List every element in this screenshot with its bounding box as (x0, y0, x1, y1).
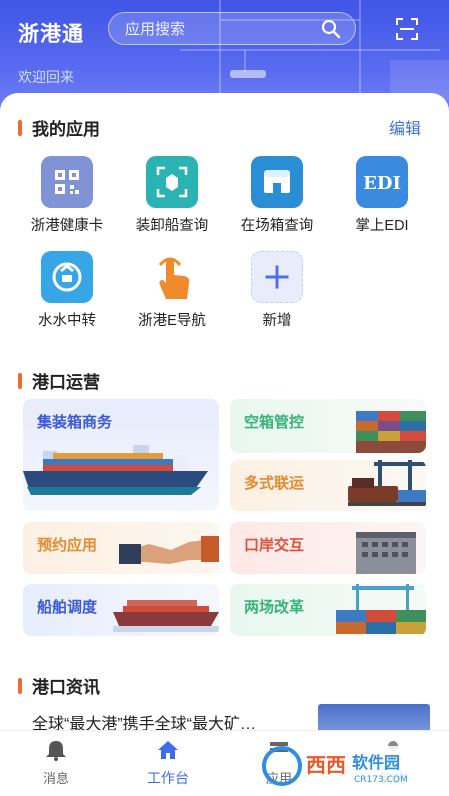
tile-label: 空箱管控 (244, 414, 305, 431)
app-edi[interactable]: EDI 掌上EDI (332, 156, 432, 235)
news-title: 港口资讯 (32, 678, 100, 697)
tile-label: 预约应用 (37, 537, 98, 554)
shop-icon (251, 156, 303, 208)
welcome-text: 欢迎回来 (18, 69, 74, 85)
app-label: 浙港E导航 (138, 313, 206, 329)
tile-container-business[interactable]: 集装箱商务 (23, 399, 219, 511)
tile-appointment[interactable]: 预约应用 (23, 522, 219, 574)
app-water-transfer[interactable]: 水水中转 (17, 251, 117, 330)
app-label: 浙港健康卡 (30, 218, 104, 234)
container-stack-icon (356, 411, 426, 453)
tab-label: 消息 (42, 771, 69, 786)
section-accent-bar (18, 119, 22, 136)
transfer-icon (41, 251, 93, 303)
tile-empty-box-control[interactable]: 空箱管控 (230, 399, 426, 453)
app-label: 装卸船查询 (135, 218, 209, 234)
cargo-ship-icon (23, 445, 208, 495)
edit-button[interactable]: 编辑 (389, 115, 421, 139)
tab-workbench[interactable]: 工作台 (133, 739, 203, 788)
app-health-card[interactable]: 浙港健康卡 (17, 156, 117, 235)
port-ops-header: 港口运营 (18, 368, 100, 393)
news-header: 港口资讯 (18, 673, 100, 698)
tab-label: 工作台 (147, 770, 189, 786)
my-apps-title: 我的应用 (32, 120, 100, 139)
svg-text:CR173.COM: CR173.COM (354, 775, 408, 785)
my-apps-header: 我的应用 (18, 115, 100, 140)
tile-label: 船舶调度 (37, 599, 98, 616)
tile-label: 口岸交互 (244, 537, 305, 554)
search-bar[interactable] (108, 12, 356, 45)
container-yard-icon (336, 584, 426, 634)
bell-icon (46, 741, 66, 761)
tile-two-field-reform[interactable]: 两场改革 (230, 584, 426, 636)
app-title: 浙港通 (18, 23, 84, 46)
tile-label: 两场改革 (244, 599, 305, 616)
home-icon (158, 741, 178, 759)
tile-multimodal-transport[interactable]: 多式联运 (230, 460, 426, 511)
tile-ship-dispatch[interactable]: 船舶调度 (23, 584, 219, 636)
app-label: 掌上EDI (355, 218, 409, 234)
tab-messages[interactable]: 消息 (21, 739, 91, 787)
watermark-logo: 西西 软件园 CR173.COM (262, 746, 427, 786)
svg-text:西西: 西西 (306, 753, 346, 777)
tile-label: 多式联运 (244, 475, 305, 492)
plus-icon (251, 251, 303, 303)
svg-text:软件园: 软件园 (352, 753, 400, 772)
main-content: 我的应用 编辑 浙港健康卡 装卸船查询 在场箱查询 EDI 掌上EDI 水水中转… (0, 93, 449, 796)
building-icon (356, 532, 416, 574)
qr-code-icon (41, 156, 93, 208)
edi-icon: EDI (356, 156, 408, 208)
app-e-navigation[interactable]: 浙港E导航 (122, 251, 222, 330)
tile-port-interaction[interactable]: 口岸交互 (230, 522, 426, 574)
container-ship-icon (113, 600, 219, 632)
section-accent-bar (18, 372, 22, 389)
app-label: 水水中转 (38, 313, 96, 329)
handshake-icon (119, 536, 219, 564)
search-icon[interactable] (321, 19, 341, 39)
hand-tap-icon (146, 251, 198, 303)
app-label: 新增 (262, 313, 292, 329)
app-yard-box-query[interactable]: 在场箱查询 (227, 156, 327, 235)
train-crane-icon (348, 460, 426, 506)
svg-text:EDI: EDI (363, 173, 401, 194)
app-add-new[interactable]: 新增 (227, 251, 327, 330)
scan-box-icon (146, 156, 198, 208)
app-loading-query[interactable]: 装卸船查询 (122, 156, 222, 235)
tile-label: 集装箱商务 (37, 414, 113, 431)
port-ops-title: 港口运营 (32, 373, 100, 392)
app-label: 在场箱查询 (240, 218, 314, 234)
scan-icon[interactable] (395, 17, 419, 41)
search-input[interactable] (125, 19, 315, 39)
section-accent-bar (18, 677, 22, 694)
